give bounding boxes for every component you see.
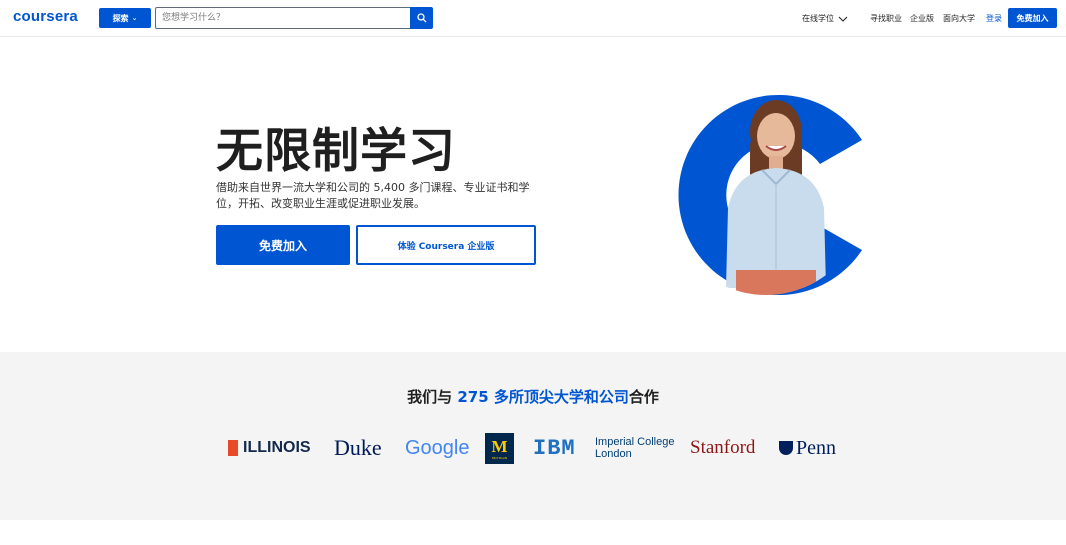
- chevron-down-icon: ⌄: [131, 14, 138, 22]
- nav-find-career[interactable]: 寻找职业: [870, 13, 902, 24]
- stanford-logo[interactable]: Stanford: [690, 431, 755, 465]
- join-free-button[interactable]: 免费加入: [1008, 8, 1057, 28]
- michigan-sub: MICHIGAN: [491, 455, 508, 460]
- top-header: coursera 探索 ⌄ 在线学位 寻找职业 企业版 面向大学 登录 免费加入: [0, 0, 1066, 37]
- hero-description: 借助来自世界一流大学和公司的 5,400 多门课程、专业证书和学位，开拓、改变职…: [216, 181, 530, 210]
- michigan-logo[interactable]: M MICHIGAN: [485, 433, 514, 464]
- google-logo-text: Google: [405, 436, 470, 459]
- hero-title: 无限制学习: [216, 124, 456, 179]
- explore-button[interactable]: 探索 ⌄: [99, 8, 151, 28]
- partners-heading-prefix: 我们与: [407, 388, 458, 406]
- illinois-logo[interactable]: ILLINOIS: [228, 431, 311, 465]
- penn-shield-icon: [779, 441, 793, 455]
- illinois-logo-text: ILLINOIS: [243, 439, 311, 456]
- imperial-line1: Imperial College: [595, 436, 675, 448]
- coursera-logo[interactable]: coursera: [13, 8, 78, 25]
- ibm-logo[interactable]: IBM: [533, 431, 576, 465]
- partners-section: 我们与 275 多所顶尖大学和公司合作 ILLINOIS Duke Google…: [0, 352, 1066, 520]
- hero-illustration: [678, 95, 862, 295]
- login-link[interactable]: 登录: [986, 13, 1002, 24]
- michigan-m: M: [491, 436, 508, 456]
- illinois-i-icon: [228, 440, 238, 456]
- partners-heading-highlight: 275 多所顶尖大学和公司: [457, 388, 629, 406]
- chevron-down-icon: [838, 16, 848, 22]
- explore-label: 探索: [112, 13, 129, 23]
- penn-logo-text: Penn: [796, 436, 836, 459]
- penn-logo[interactable]: Penn: [779, 431, 836, 465]
- duke-logo[interactable]: Duke: [334, 431, 382, 465]
- try-enterprise-button[interactable]: 体验 Coursera 企业版: [356, 225, 536, 265]
- nav-enterprise[interactable]: 企业版: [910, 13, 934, 24]
- google-logo[interactable]: Google: [405, 431, 470, 465]
- search-icon: [416, 13, 426, 23]
- nav-online-degree-label: 在线学位: [802, 14, 834, 23]
- imperial-college-logo[interactable]: Imperial College London: [595, 431, 674, 465]
- nav-for-universities[interactable]: 面向大学: [943, 13, 975, 24]
- partners-heading: 我们与 275 多所顶尖大学和公司合作: [0, 386, 1066, 407]
- nav-online-degree[interactable]: 在线学位: [802, 13, 848, 24]
- search-button[interactable]: [410, 7, 433, 29]
- search-input[interactable]: [155, 7, 411, 29]
- imperial-line2: London: [595, 448, 632, 460]
- hero-join-button[interactable]: 免费加入: [216, 225, 350, 265]
- partners-heading-suffix: 合作: [628, 388, 659, 406]
